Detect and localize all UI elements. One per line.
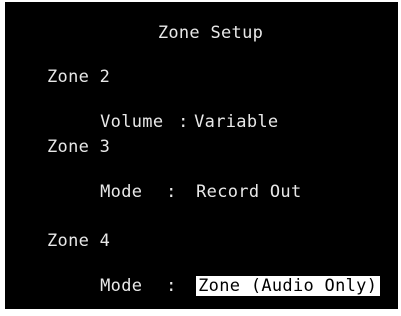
zone-2-heading: Zone 2: [47, 67, 111, 87]
osd-screen: Zone Setup Zone 2 Volume: Variable Zone 3…: [5, 2, 398, 309]
zone-3-heading: Zone 3: [47, 137, 111, 157]
setting-value: Variable: [194, 112, 279, 132]
setting-label: Volume: [100, 112, 164, 132]
setting-label: Mode: [100, 276, 143, 296]
screen-title: Zone Setup: [157, 23, 264, 43]
setting-value: Record Out: [196, 182, 302, 202]
setting-label: Mode: [100, 182, 143, 202]
setting-separator: :: [166, 276, 177, 296]
setting-separator: :: [178, 112, 189, 132]
zone-4-heading: Zone 4: [47, 231, 111, 251]
setting-separator: :: [166, 182, 177, 202]
zone-4-mode-setting[interactable]: Mode: Zone (Audio Only): [58, 256, 381, 316]
selected-setting-value[interactable]: Zone (Audio Only): [196, 276, 381, 296]
zone-3-mode-setting[interactable]: Mode: Record Out: [58, 162, 302, 222]
